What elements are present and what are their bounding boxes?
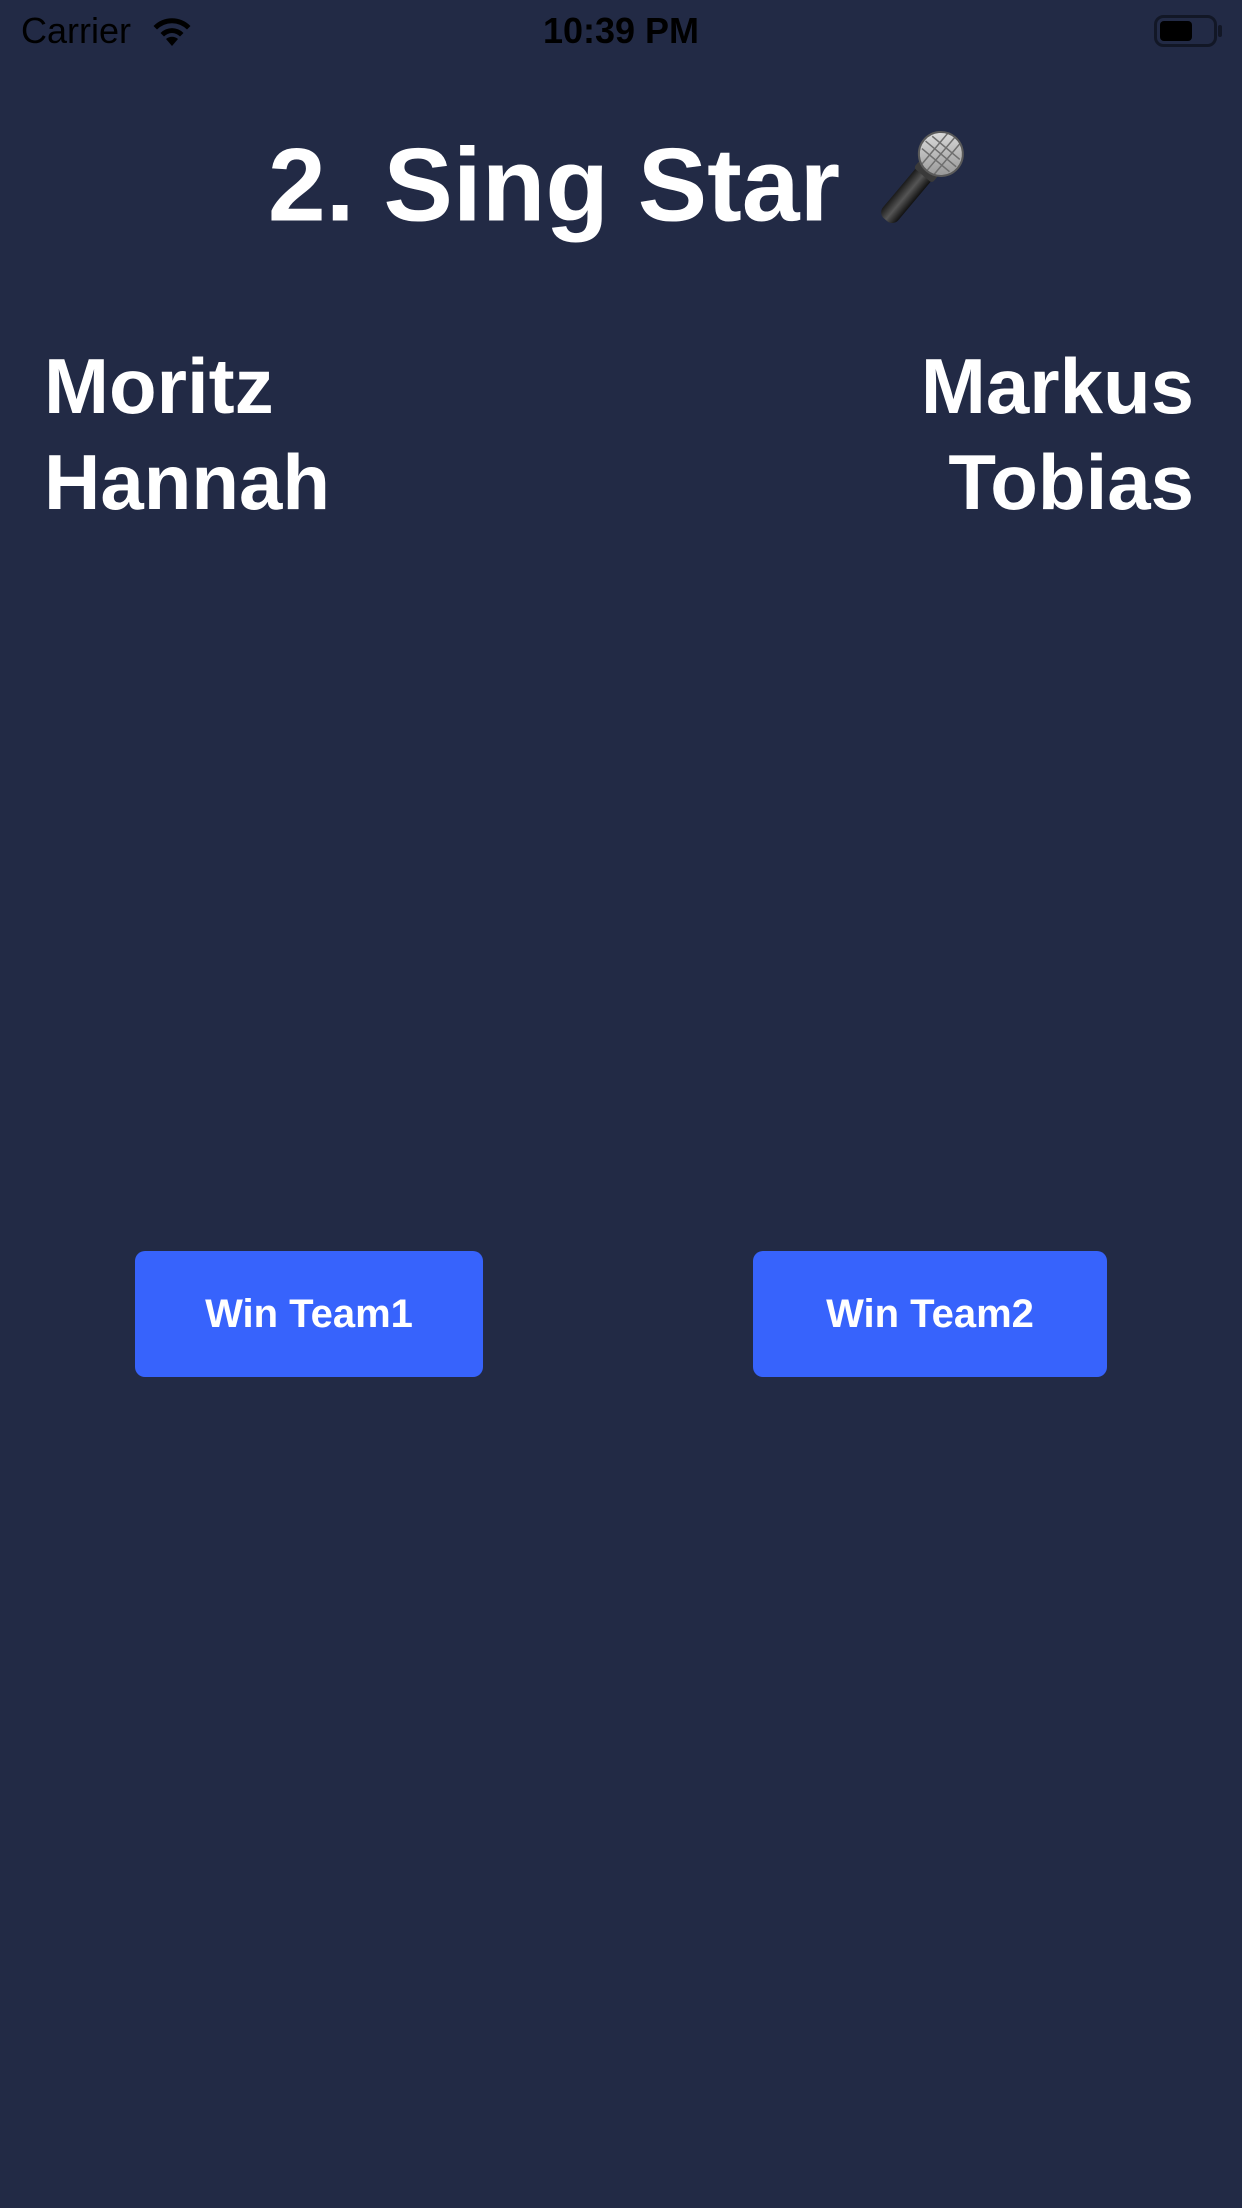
team1-players: Moritz Hannah [44,338,330,530]
game-screen: Carrier 10:39 PM 2. Sing Star Moritz Han… [0,0,1242,2208]
battery-icon [1154,15,1222,47]
win-team2-button[interactable]: Win Team2 [753,1251,1107,1377]
team1-player-2: Hannah [44,438,331,526]
microphone-icon [881,130,964,223]
clock: 10:39 PM [542,10,700,51]
win-team1-button[interactable]: Win Team1 [135,1251,483,1377]
title-text: 2. Sing Star [267,127,841,244]
team2-player-2: Tobias [948,438,1194,526]
status-bar: Carrier 10:39 PM [0,0,1242,62]
team2-players: Markus Tobias [921,338,1194,530]
team2-player-1: Markus [920,342,1194,430]
page-title: 2. Sing Star [0,118,1242,246]
team1-player-1: Moritz [44,342,274,430]
